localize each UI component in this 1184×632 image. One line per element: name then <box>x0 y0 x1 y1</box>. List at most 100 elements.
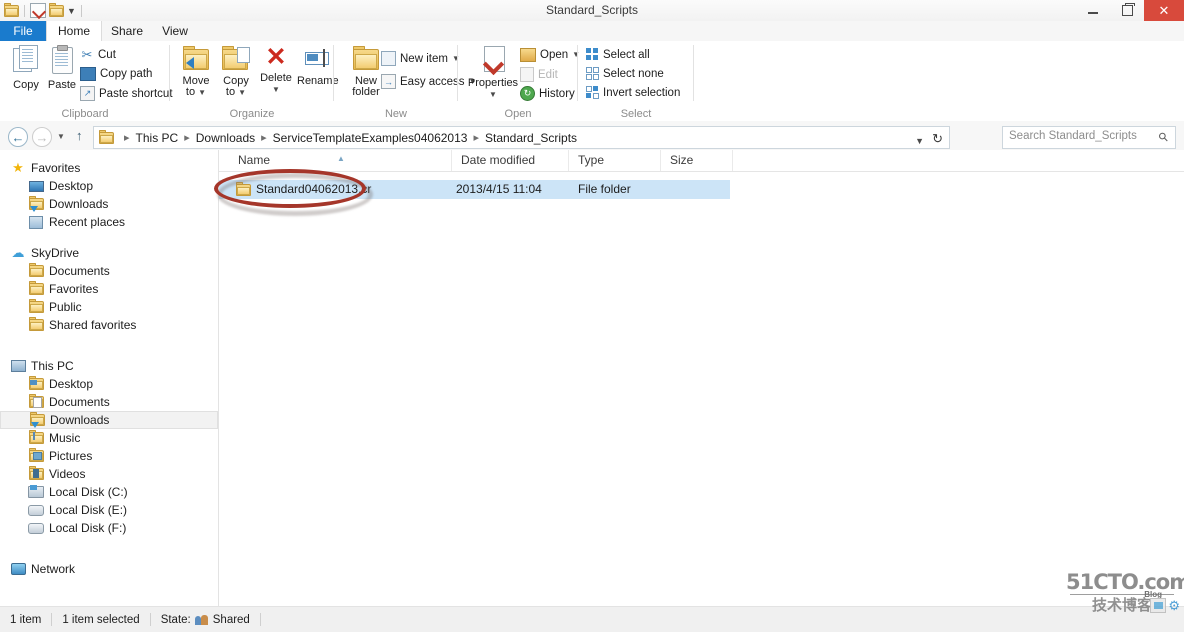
rename-icon <box>304 45 330 71</box>
forward-button[interactable]: → <box>32 127 52 147</box>
file-name-cell: Standard04062013.cr <box>236 180 371 199</box>
easy-access-icon: → <box>381 74 396 89</box>
rename-label: Rename <box>297 75 339 87</box>
move-to-button[interactable]: Move to ▼ <box>174 45 218 98</box>
properties-icon <box>480 45 506 76</box>
new-item-button[interactable]: New item ▼ <box>381 51 460 66</box>
edit-button[interactable]: Edit <box>520 67 558 82</box>
delete-button[interactable]: ✕ Delete ▼ <box>254 45 298 95</box>
column-header-size[interactable]: Size <box>661 150 733 171</box>
up-arrow-icon[interactable]: ↑ <box>76 128 83 143</box>
sidebar-item-skydrive-shared-favorites[interactable]: Shared favorites <box>0 316 218 334</box>
sidebar-item-pc-documents[interactable]: Documents <box>0 393 218 411</box>
recent-locations-icon[interactable]: ▼ <box>57 132 65 141</box>
sidebar-item-network[interactable]: Network <box>0 560 218 578</box>
sidebar-item-this-pc[interactable]: This PC <box>0 357 218 375</box>
status-divider <box>259 613 261 626</box>
open-button[interactable]: Open ▼ <box>520 48 580 62</box>
sidebar-item-local-disk-e[interactable]: Local Disk (E:) <box>0 501 218 519</box>
breadcrumb-separator: ▸ <box>184 132 190 144</box>
file-type-cell: File folder <box>578 182 631 196</box>
breadcrumb-separator: ▸ <box>261 132 267 144</box>
navigation-pane[interactable]: ★ Favorites Desktop Downloads Recent pla… <box>0 150 219 606</box>
delete-label: Delete <box>260 72 292 84</box>
edit-label: Edit <box>538 68 558 81</box>
select-none-button[interactable]: Select none <box>586 67 664 80</box>
easy-access-label: Easy access <box>400 75 465 88</box>
history-button[interactable]: ↻ History <box>520 86 575 101</box>
folder-icon <box>28 317 44 333</box>
window-title: Standard_Scripts <box>545 3 639 17</box>
sidebar-item-pc-downloads[interactable]: Downloads <box>0 411 218 429</box>
column-header-name[interactable]: Name ▲ <box>229 150 452 171</box>
chevron-down-icon[interactable]: ▼ <box>915 136 924 146</box>
minimize-button[interactable] <box>1076 0 1110 21</box>
breadcrumb[interactable]: ▸ This PC ▸ Downloads ▸ ServiceTemplateE… <box>93 126 950 149</box>
sidebar-item-pc-videos[interactable]: Videos <box>0 465 218 483</box>
sidebar-item-local-disk-f[interactable]: Local Disk (F:) <box>0 519 218 537</box>
column-header-date-modified[interactable]: Date modified <box>452 150 569 171</box>
paste-label: Paste <box>47 79 77 91</box>
sidebar-item-pc-desktop[interactable]: Desktop <box>0 375 218 393</box>
paste-button[interactable]: Paste <box>40 45 84 91</box>
sidebar-item-recent-places[interactable]: Recent places <box>0 213 218 231</box>
copy-to-button[interactable]: Copy to ▼ <box>214 45 258 98</box>
back-button[interactable]: ← <box>8 127 28 147</box>
sidebar-item-local-disk-c[interactable]: Local Disk (C:) <box>0 483 218 501</box>
sidebar-item-label: This PC <box>31 359 74 373</box>
back-arrow-icon: ← <box>11 129 25 145</box>
breadcrumb-item-servicetemplateexamples[interactable]: ServiceTemplateExamples04062013 <box>273 131 468 145</box>
sidebar-item-skydrive-documents[interactable]: Documents <box>0 262 218 280</box>
cut-button[interactable]: ✂ Cut <box>80 48 116 61</box>
breadcrumb-item-downloads[interactable]: Downloads <box>196 131 255 145</box>
sidebar-item-downloads[interactable]: Downloads <box>0 195 218 213</box>
open-label: Open <box>540 49 569 61</box>
breadcrumb-item-this-pc[interactable]: This PC <box>136 131 179 145</box>
sidebar-item-skydrive-favorites[interactable]: Favorites <box>0 280 218 298</box>
table-row[interactable]: Standard04062013.cr 2013/4/15 11:04 File… <box>219 180 730 199</box>
sidebar-item-skydrive[interactable]: ☁ SkyDrive <box>0 244 218 262</box>
breadcrumb-item-standard-scripts[interactable]: Standard_Scripts <box>485 131 577 145</box>
search-input[interactable]: Search Standard_Scripts ⚲ <box>1002 126 1176 149</box>
music-folder-icon <box>28 430 44 446</box>
history-label: History <box>539 87 575 100</box>
select-all-button[interactable]: Select all <box>586 48 650 61</box>
paste-shortcut-icon: ↗ <box>80 86 95 101</box>
select-none-label: Select none <box>603 67 664 80</box>
sidebar-item-label: Desktop <box>49 377 94 391</box>
sidebar-item-favorites[interactable]: ★ Favorites <box>0 159 218 177</box>
refresh-icon[interactable]: ↻ <box>932 131 943 147</box>
move-to-icon <box>182 45 210 71</box>
paste-shortcut-button[interactable]: ↗ Paste shortcut <box>80 86 173 101</box>
sidebar-item-pc-music[interactable]: Music <box>0 429 218 447</box>
system-drive-icon <box>28 484 44 500</box>
status-selection: 1 item selected <box>62 613 140 626</box>
search-icon[interactable]: ⚲ <box>1156 129 1172 145</box>
copy-icon <box>13 45 39 75</box>
copy-path-label: Copy path <box>100 68 153 80</box>
sidebar-item-desktop[interactable]: Desktop <box>0 177 218 195</box>
tab-home[interactable]: Home <box>46 21 102 42</box>
sidebar-item-pc-pictures[interactable]: Pictures <box>0 447 218 465</box>
forward-arrow-icon: → <box>35 129 49 145</box>
invert-selection-button[interactable]: Invert selection <box>586 86 680 99</box>
file-list-pane[interactable]: Name ▲ Date modified Type Size Standard0… <box>219 150 1184 606</box>
sidebar-item-label: Local Disk (E:) <box>49 503 128 517</box>
tab-share[interactable]: Share <box>101 21 153 41</box>
column-header-type[interactable]: Type <box>569 150 661 171</box>
sidebar-item-skydrive-public[interactable]: Public <box>0 298 218 316</box>
properties-button[interactable]: Properties ▼ <box>464 45 522 100</box>
tab-view[interactable]: View <box>153 21 197 41</box>
breadcrumb-separator: ▸ <box>473 132 479 144</box>
sidebar-item-label: Local Disk (F:) <box>49 521 127 535</box>
tab-file[interactable]: File <box>0 21 46 41</box>
breadcrumb-separator: ▸ <box>124 132 130 144</box>
rename-button[interactable]: Rename <box>297 45 339 87</box>
gear-icon: ⚙ <box>1168 598 1180 613</box>
sidebar-item-label: Videos <box>49 467 86 481</box>
close-button[interactable]: ✕ <box>1144 0 1184 21</box>
drive-icon <box>28 520 44 536</box>
restore-button[interactable] <box>1110 0 1144 21</box>
file-name-label: Standard04062013.cr <box>256 182 372 196</box>
copy-path-button[interactable]: Copy path <box>80 67 152 81</box>
